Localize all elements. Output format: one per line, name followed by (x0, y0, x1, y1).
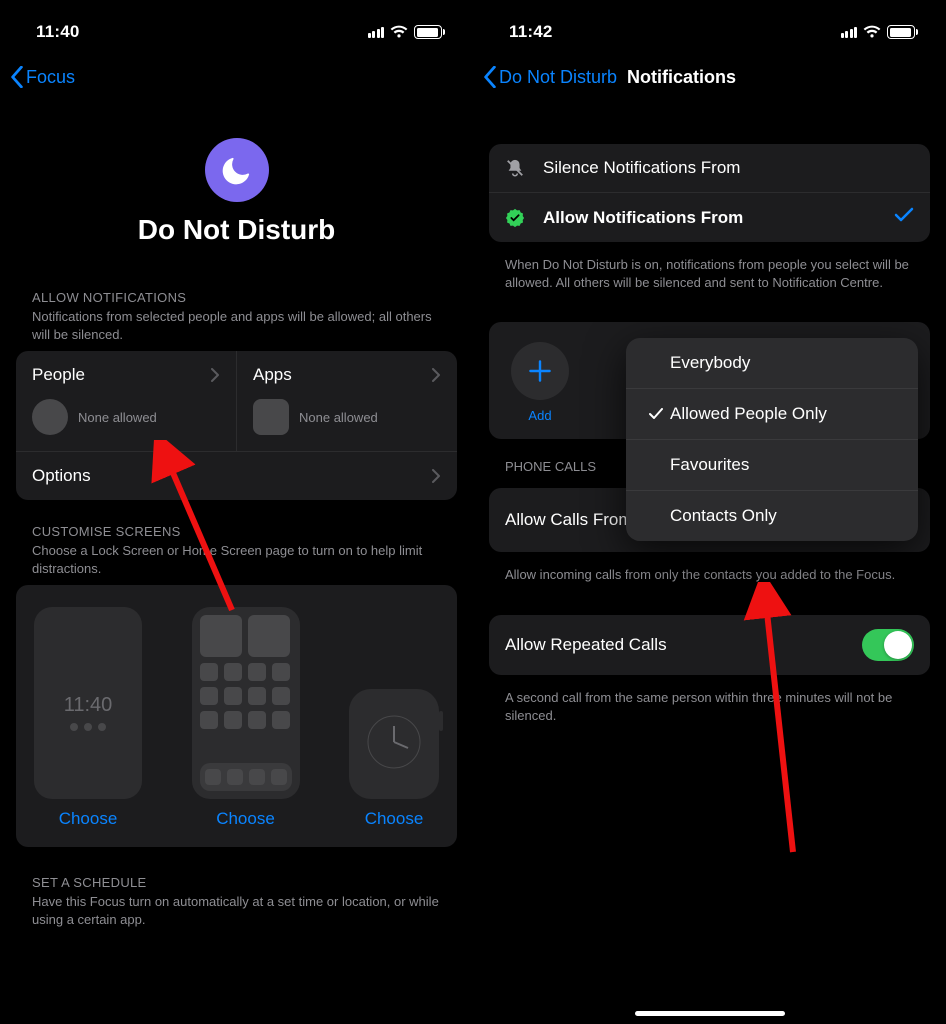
bell-slash-icon (505, 158, 529, 178)
add-people-button[interactable] (511, 342, 569, 400)
choose-homescreen-button[interactable]: Choose (216, 809, 275, 829)
home-indicator[interactable] (635, 1011, 785, 1016)
repeated-calls-label: Allow Repeated Calls (505, 635, 667, 655)
choose-lockscreen-button[interactable]: Choose (59, 809, 118, 829)
apps-status: None allowed (299, 410, 378, 425)
checkmark-icon (894, 207, 914, 228)
back-label: Do Not Disturb (499, 67, 617, 88)
home-screen-preview[interactable] (192, 607, 300, 799)
people-cell[interactable]: People None allowed (16, 351, 236, 451)
menu-item-contacts-only[interactable]: Contacts Only (626, 491, 918, 541)
people-avatar-placeholder (32, 399, 68, 435)
people-title: People (32, 365, 85, 385)
people-status: None allowed (78, 410, 157, 425)
menu-item-everybody[interactable]: Everybody (626, 338, 918, 389)
status-time: 11:40 (36, 22, 80, 42)
options-label: Options (32, 466, 91, 486)
status-bar: 11:40 83 (0, 0, 473, 52)
wifi-icon (863, 25, 881, 39)
nav-bar: Focus (0, 52, 473, 102)
lock-screen-preview[interactable]: 11:40 (34, 607, 142, 799)
back-button[interactable]: Focus (10, 66, 75, 88)
watch-preview[interactable] (349, 689, 439, 799)
battery-icon: 83 (414, 25, 445, 39)
cellular-icon (368, 26, 385, 38)
page-title: Notifications (627, 67, 736, 88)
allow-row[interactable]: Allow Notifications From (489, 192, 930, 242)
repeated-calls-toggle[interactable] (862, 629, 914, 661)
lock-preview-time: 11:40 (64, 694, 113, 717)
focus-title: Do Not Disturb (0, 214, 473, 246)
repeated-calls-row: Allow Repeated Calls (489, 615, 930, 675)
allow-calls-label: Allow Calls From (505, 510, 633, 530)
apps-title: Apps (253, 365, 292, 385)
status-icons: 83 (368, 25, 446, 39)
choose-watch-button[interactable]: Choose (365, 809, 424, 829)
wifi-icon (390, 25, 408, 39)
moon-icon (205, 138, 269, 202)
cellular-icon (841, 26, 858, 38)
add-label: Add (528, 408, 551, 423)
apps-cell[interactable]: Apps None allowed (236, 351, 457, 451)
checkmark-icon (644, 408, 668, 420)
screen-notifications: 11:42 83 Do Not Disturb Notifications (473, 0, 946, 1024)
calls-from-menu: Everybody Allowed People Only Favourites… (626, 338, 918, 541)
menu-item-favourites[interactable]: Favourites (626, 440, 918, 491)
back-label: Focus (26, 67, 75, 88)
status-time: 11:42 (509, 22, 553, 42)
repeated-calls-footer: A second call from the same person withi… (473, 681, 946, 747)
silence-row[interactable]: Silence Notifications From (489, 144, 930, 192)
silence-label: Silence Notifications From (543, 158, 740, 178)
repeated-calls-group: Allow Repeated Calls (489, 615, 930, 675)
notification-mode-group: Silence Notifications From Allow Notific… (489, 144, 930, 242)
allow-label: Allow Notifications From (543, 208, 743, 228)
allow-section-header: ALLOW NOTIFICATIONS Notifications from s… (0, 290, 473, 343)
checkmark-badge-icon (505, 208, 529, 228)
screens-chooser: 11:40 Choose Choose (16, 585, 457, 847)
customise-section-header: CUSTOMISE SCREENS Choose a Lock Screen o… (0, 524, 473, 577)
nav-bar: Do Not Disturb Notifications (473, 52, 946, 102)
status-icons: 83 (841, 25, 919, 39)
plus-icon (528, 359, 552, 383)
allow-calls-footer: Allow incoming calls from only the conta… (473, 558, 946, 606)
menu-item-allowed-people[interactable]: Allowed People Only (626, 389, 918, 440)
chevron-left-icon (483, 66, 497, 88)
app-icon-placeholder (253, 399, 289, 435)
mode-footer: When Do Not Disturb is on, notifications… (473, 248, 946, 314)
focus-hero: Do Not Disturb (0, 138, 473, 246)
battery-icon: 83 (887, 25, 918, 39)
chevron-right-icon (432, 368, 441, 382)
chevron-right-icon (211, 368, 220, 382)
screen-focus-dnd: 11:40 83 Focus Do Not Disturb (0, 0, 473, 1024)
back-button[interactable]: Do Not Disturb (483, 66, 617, 88)
chevron-right-icon (432, 469, 441, 483)
allow-group: People None allowed Apps None allowed (16, 351, 457, 500)
options-row[interactable]: Options (16, 451, 457, 500)
schedule-section-header: SET A SCHEDULE Have this Focus turn on a… (0, 875, 473, 928)
status-bar: 11:42 83 (473, 0, 946, 52)
chevron-left-icon (10, 66, 24, 88)
